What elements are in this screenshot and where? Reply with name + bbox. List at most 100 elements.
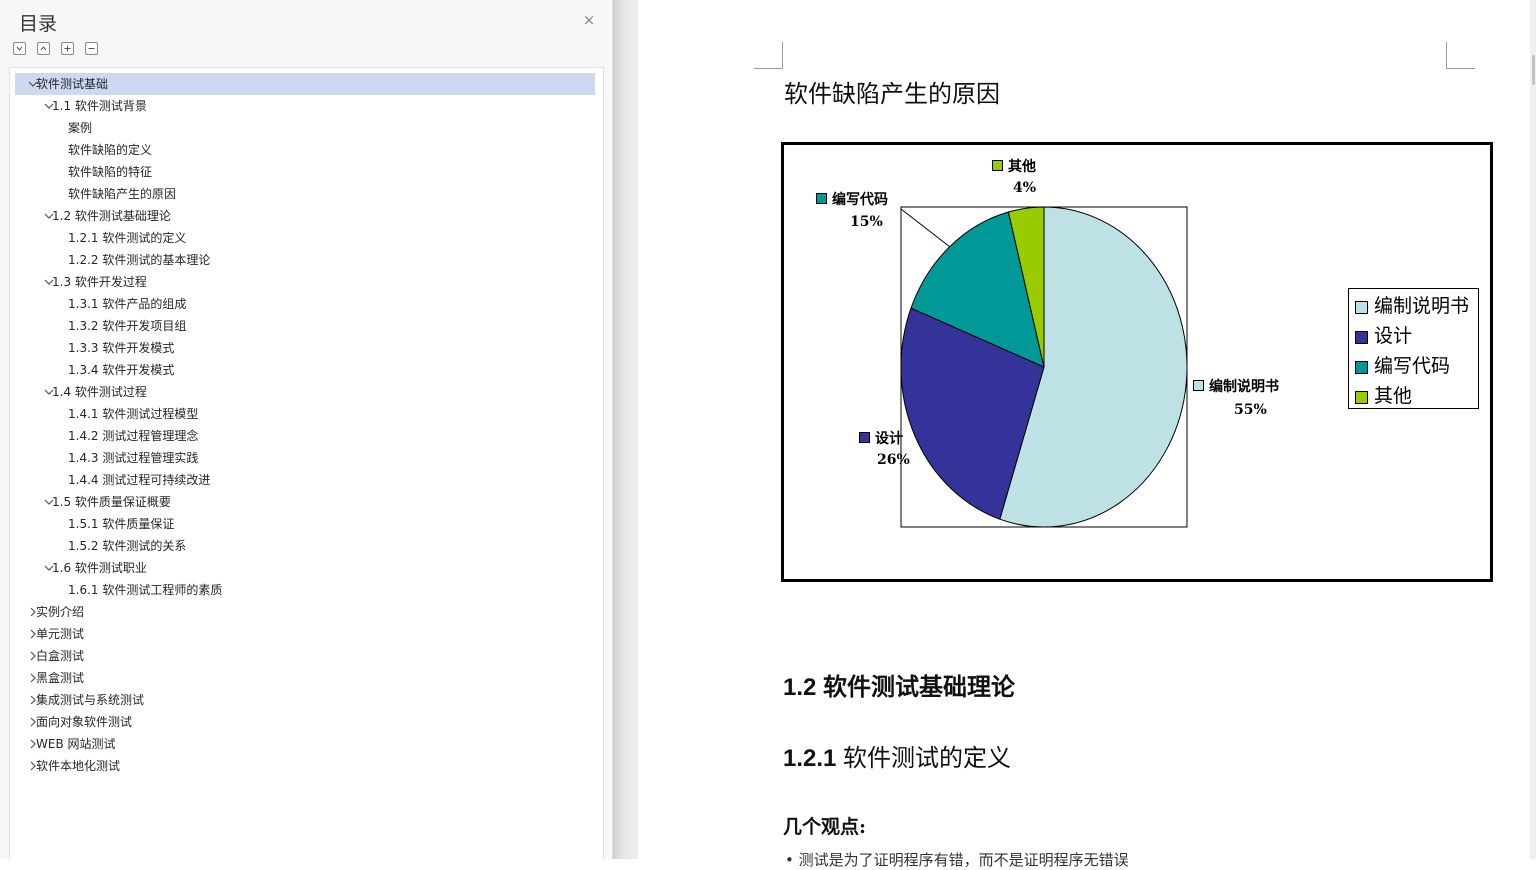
toc-item-label: 案例 bbox=[68, 121, 93, 135]
legend-label-spec: 编制说明书 bbox=[1374, 295, 1470, 317]
section-heading-1-2-1: 1.2.1 软件测试的定义 bbox=[783, 745, 1012, 772]
plus-icon[interactable] bbox=[61, 42, 74, 55]
legend-label-design: 设计 bbox=[1374, 325, 1413, 347]
toc-item[interactable]: 软件缺陷的特征 bbox=[10, 161, 595, 183]
toc-item-label: 软件缺陷的特征 bbox=[68, 165, 153, 179]
paragraph-views: 几个观点: bbox=[783, 816, 867, 838]
toc-item-label: 1.5.2 软件测试的关系 bbox=[68, 539, 187, 553]
toc-item-label: 1.4 软件测试过程 bbox=[52, 385, 147, 399]
toc-item[interactable]: 1.4.1 软件测试过程模型 bbox=[10, 403, 595, 425]
section-heading-1-2: 1.2 软件测试基础理论 bbox=[783, 674, 1016, 701]
toc-item-label: WEB 网站测试 bbox=[36, 737, 116, 751]
toc-item[interactable]: 黑盒测试 bbox=[10, 667, 595, 689]
toc-item[interactable]: 软件缺陷产生的原因 bbox=[10, 183, 595, 205]
toc-item[interactable]: 1.5 软件质量保证概要 bbox=[10, 491, 595, 513]
toc-item-label: 1.1 软件测试背景 bbox=[52, 99, 147, 113]
toc-item[interactable]: 1.4.4 测试过程可持续改进 bbox=[10, 469, 595, 491]
scrollbar-thumb[interactable] bbox=[1532, 55, 1535, 85]
slice-swatch-spec bbox=[1193, 380, 1204, 391]
legend-swatch-code bbox=[1355, 361, 1368, 374]
slice-swatch-code bbox=[816, 193, 827, 204]
toc-item[interactable]: 1.5.2 软件测试的关系 bbox=[10, 535, 595, 557]
toc-item-label: 1.3.1 软件产品的组成 bbox=[68, 297, 187, 311]
toc-item[interactable]: 1.3.1 软件产品的组成 bbox=[10, 293, 595, 315]
bullet-item: • 测试是为了证明程序有错，而不是证明程序无错误 bbox=[785, 851, 1129, 869]
legend-item-code: 编写代码 bbox=[1355, 352, 1479, 382]
legend-item-spec: 编制说明书 bbox=[1355, 292, 1479, 322]
page-corner-mark-left bbox=[754, 42, 783, 69]
toc-item[interactable]: WEB 网站测试 bbox=[10, 733, 595, 755]
slice-swatch-other bbox=[992, 160, 1003, 171]
close-icon[interactable]: × bbox=[582, 13, 596, 28]
chart-legend: 编制说明书 设计 编写代码 其他 bbox=[1348, 288, 1479, 409]
toc-item[interactable]: 1.2.1 软件测试的定义 bbox=[10, 227, 595, 249]
toc-panel: 目录 × 软件测试基础 1.1 软件测试背景案例软件缺陷的定义 软件缺陷的特征软件缺… bbox=[0, 0, 613, 860]
toc-item-label: 1.2 软件测试基础理论 bbox=[52, 209, 171, 223]
legend-item-other: 其他 bbox=[1355, 382, 1479, 412]
toc-item-label: 实例介绍 bbox=[36, 605, 85, 619]
legend-label-code: 编写代码 bbox=[1374, 355, 1451, 377]
slice-label-other: 其他 bbox=[992, 158, 1036, 176]
toc-item-label: 面向对象软件测试 bbox=[36, 715, 133, 729]
toc-item-label: 软件缺陷产生的原因 bbox=[68, 187, 177, 201]
collapse-all-icon[interactable] bbox=[37, 42, 50, 55]
slice-label-design: 设计 bbox=[859, 430, 903, 448]
toc-item[interactable]: 1.3.4 软件开发模式 bbox=[10, 359, 595, 381]
toc-item-label: 软件本地化测试 bbox=[36, 759, 121, 773]
slice-pct-other: 4% bbox=[1013, 180, 1037, 196]
vertical-scrollbar[interactable] bbox=[1530, 0, 1536, 859]
doc-heading: 软件缺陷产生的原因 bbox=[784, 80, 1000, 108]
legend-swatch-spec bbox=[1355, 301, 1368, 314]
toc-item[interactable]: 案例 bbox=[10, 117, 595, 139]
toc-item-label: 1.5 软件质量保证概要 bbox=[52, 495, 171, 509]
legend-label-other: 其他 bbox=[1374, 385, 1413, 407]
toc-item-label: 1.3.4 软件开发模式 bbox=[68, 363, 175, 377]
slice-label-spec: 编制说明书 bbox=[1193, 378, 1279, 396]
toc-item-label: 1.4.4 测试过程可持续改进 bbox=[68, 473, 211, 487]
toc-item[interactable]: 1.4.2 测试过程管理理念 bbox=[10, 425, 595, 447]
toc-item[interactable]: 实例介绍 bbox=[10, 601, 595, 623]
toc-item[interactable]: 1.1 软件测试背景 bbox=[10, 95, 595, 117]
slice-pct-code: 15% bbox=[850, 214, 883, 230]
toc-item[interactable]: 软件本地化测试 bbox=[10, 755, 595, 777]
toc-item[interactable]: 1.4 软件测试过程 bbox=[10, 381, 595, 403]
toc-item-label: 1.4.1 软件测试过程模型 bbox=[68, 407, 199, 421]
toc-item[interactable]: 1.6 软件测试职业 bbox=[10, 557, 595, 579]
toc-item-label: 1.4.2 测试过程管理理念 bbox=[68, 429, 199, 443]
toc-item[interactable]: 1.3.2 软件开发项目组 bbox=[10, 315, 595, 337]
toc-item[interactable]: 软件缺陷的定义 bbox=[10, 139, 595, 161]
toc-item-label: 1.6.1 软件测试工程师的素质 bbox=[68, 583, 223, 597]
minus-icon[interactable] bbox=[85, 42, 98, 55]
toc-item[interactable]: 1.3 软件开发过程 bbox=[10, 271, 595, 293]
toc-item-label: 1.6 软件测试职业 bbox=[52, 561, 147, 575]
toc-item-label: 1.3.2 软件开发项目组 bbox=[68, 319, 187, 333]
toc-item[interactable]: 集成测试与系统测试 bbox=[10, 689, 595, 711]
toc-item[interactable]: 软件测试基础 bbox=[15, 73, 595, 95]
slice-swatch-design bbox=[859, 432, 870, 443]
legend-swatch-design bbox=[1355, 331, 1368, 344]
toc-item-label: 1.4.3 测试过程管理实践 bbox=[68, 451, 199, 465]
toc-item[interactable]: 面向对象软件测试 bbox=[10, 711, 595, 733]
toc-title: 目录 bbox=[19, 13, 58, 35]
expand-all-icon[interactable] bbox=[13, 42, 26, 55]
toc-item-label: 1.2.2 软件测试的基本理论 bbox=[68, 253, 211, 267]
toc-item[interactable]: 1.3.3 软件开发模式 bbox=[10, 337, 595, 359]
toc-item[interactable]: 1.4.3 测试过程管理实践 bbox=[10, 447, 595, 469]
toc-item-label: 白盒测试 bbox=[36, 649, 85, 663]
toc-item[interactable]: 1.6.1 软件测试工程师的素质 bbox=[10, 579, 595, 601]
panel-divider[interactable] bbox=[613, 0, 638, 859]
toc-item-label: 黑盒测试 bbox=[36, 671, 85, 685]
toc-item[interactable]: 白盒测试 bbox=[10, 645, 595, 667]
toc-item[interactable]: 1.2 软件测试基础理论 bbox=[10, 205, 595, 227]
toc-item-label: 集成测试与系统测试 bbox=[36, 693, 145, 707]
toc-item-label: 软件缺陷的定义 bbox=[68, 143, 153, 157]
toc-item-label: 1.2.1 软件测试的定义 bbox=[68, 231, 187, 245]
toc-item[interactable]: 1.5.1 软件质量保证 bbox=[10, 513, 595, 535]
toc-item-label: 软件测试基础 bbox=[36, 77, 109, 91]
toc-item[interactable]: 单元测试 bbox=[10, 623, 595, 645]
toc-item-label: 单元测试 bbox=[36, 627, 85, 641]
page-corner-mark-right bbox=[1446, 42, 1475, 69]
toc-item[interactable]: 1.2.2 软件测试的基本理论 bbox=[10, 249, 595, 271]
legend-item-design: 设计 bbox=[1355, 322, 1479, 352]
toc-item-label: 1.3 软件开发过程 bbox=[52, 275, 147, 289]
